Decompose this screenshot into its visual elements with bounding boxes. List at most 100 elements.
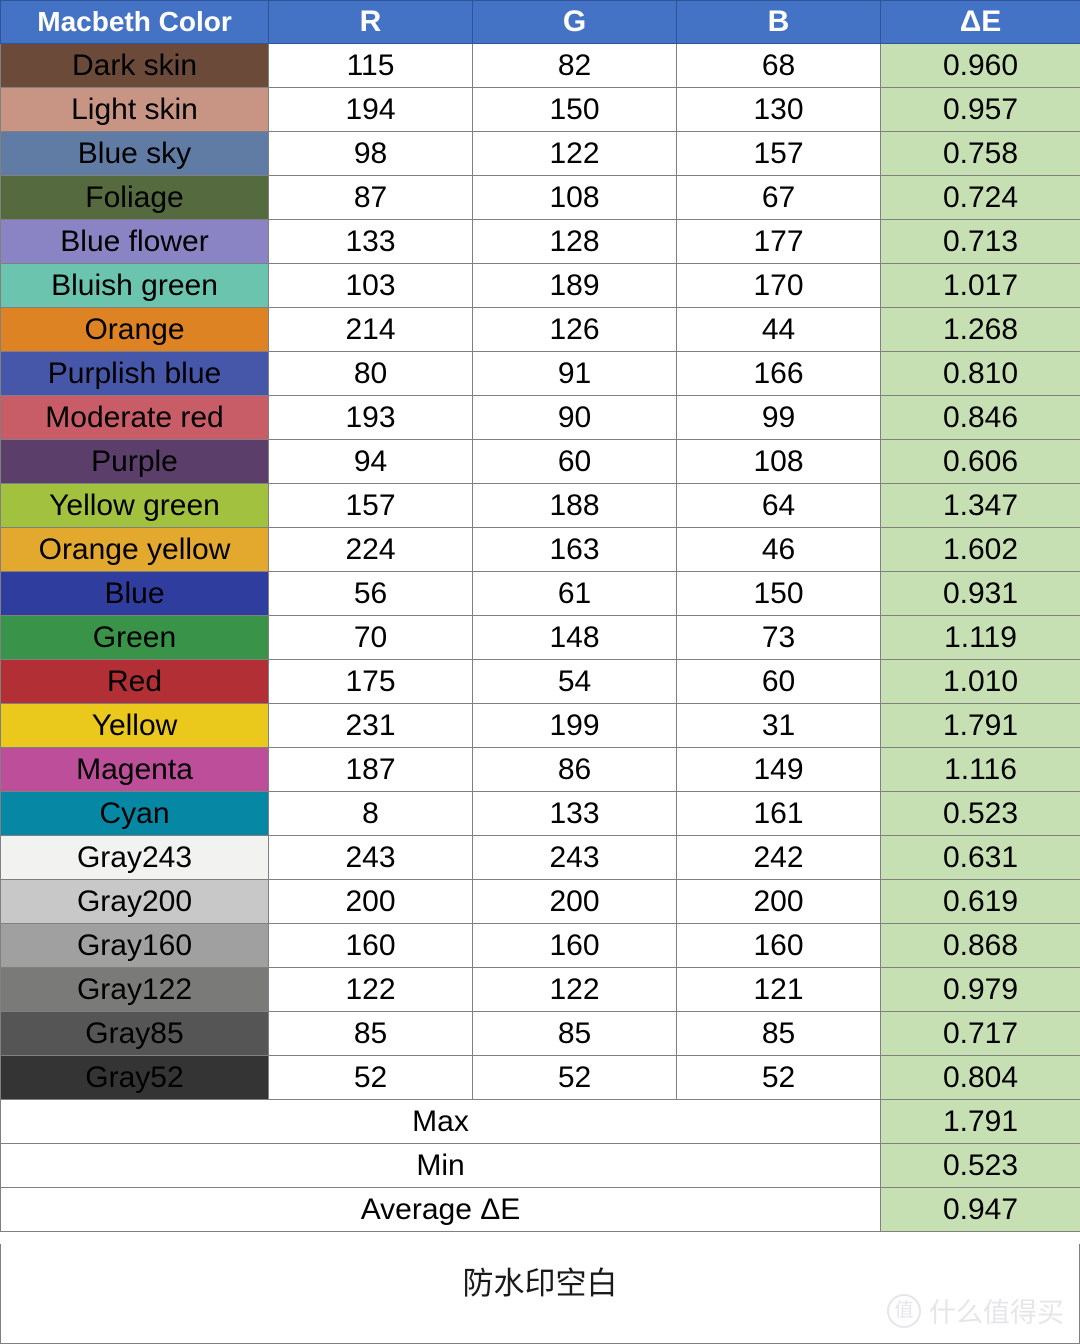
cell-b: 68 — [676, 43, 881, 88]
cell-b: 170 — [676, 263, 881, 308]
cell-g: 122 — [472, 131, 677, 176]
cell-r: 160 — [268, 923, 473, 968]
summary-value: 1.791 — [880, 1099, 1080, 1144]
color-swatch-cell: Green — [0, 615, 269, 660]
cell-delta-e: 1.268 — [880, 307, 1080, 352]
cell-b: 161 — [676, 791, 881, 836]
cell-g: 189 — [472, 263, 677, 308]
cell-g: 188 — [472, 483, 677, 528]
cell-delta-e: 1.602 — [880, 527, 1080, 572]
cell-delta-e: 0.631 — [880, 835, 1080, 880]
table-row: Gray85 85 85 85 0.717 — [0, 1011, 1080, 1056]
cell-r: 122 — [268, 967, 473, 1012]
cell-g: 108 — [472, 175, 677, 220]
color-swatch-cell: Foliage — [0, 175, 269, 220]
table-row: Bluish green 103 189 170 1.017 — [0, 263, 1080, 308]
cell-delta-e: 0.713 — [880, 219, 1080, 264]
cell-b: 99 — [676, 395, 881, 440]
color-swatch-cell: Dark skin — [0, 43, 269, 88]
cell-r: 87 — [268, 175, 473, 220]
cell-r: 214 — [268, 307, 473, 352]
table-row: Orange 214 126 44 1.268 — [0, 307, 1080, 352]
cell-r: 157 — [268, 483, 473, 528]
cell-r: 103 — [268, 263, 473, 308]
table-row: Yellow 231 199 31 1.791 — [0, 703, 1080, 748]
color-swatch-cell: Purple — [0, 439, 269, 484]
table-row: Gray122 122 122 121 0.979 — [0, 967, 1080, 1012]
cell-g: 126 — [472, 307, 677, 352]
cell-delta-e: 0.868 — [880, 923, 1080, 968]
cell-b: 108 — [676, 439, 881, 484]
table-row: Magenta 187 86 149 1.116 — [0, 747, 1080, 792]
table-row: Green 70 148 73 1.119 — [0, 615, 1080, 660]
summary-row: Min 0.523 — [0, 1143, 1080, 1188]
cell-g: 52 — [472, 1055, 677, 1100]
cell-b: 60 — [676, 659, 881, 704]
table-row: Foliage 87 108 67 0.724 — [0, 175, 1080, 220]
cell-b: 52 — [676, 1055, 881, 1100]
cell-r: 52 — [268, 1055, 473, 1100]
macbeth-color-accuracy-sheet: Macbeth Color R G B ΔE Dark skin 115 82 68 0… — [0, 0, 1080, 1344]
cell-g: 54 — [472, 659, 677, 704]
cell-r: 193 — [268, 395, 473, 440]
cell-r: 80 — [268, 351, 473, 396]
color-swatch-cell: Yellow — [0, 703, 269, 748]
cell-b: 121 — [676, 967, 881, 1012]
table-row: Dark skin 115 82 68 0.960 — [0, 43, 1080, 88]
table-row: Gray243 243 243 242 0.631 — [0, 835, 1080, 880]
cell-g: 122 — [472, 967, 677, 1012]
cell-r: 70 — [268, 615, 473, 660]
cell-g: 90 — [472, 395, 677, 440]
cell-r: 94 — [268, 439, 473, 484]
table-row: Purple 94 60 108 0.606 — [0, 439, 1080, 484]
macbeth-color-table: Macbeth Color R G B ΔE Dark skin 115 82 68 0… — [0, 0, 1080, 1232]
cell-r: 133 — [268, 219, 473, 264]
watermark-text: 什么值得买 — [929, 1298, 1064, 1329]
table-summary: Max 1.791 Min 0.523 Average ΔE 0.947 — [0, 1099, 1080, 1232]
cell-delta-e: 1.347 — [880, 483, 1080, 528]
cell-b: 73 — [676, 615, 881, 660]
color-swatch-cell: Gray122 — [0, 967, 269, 1012]
table-row: Red 175 54 60 1.010 — [0, 659, 1080, 704]
table-row: Orange yellow 224 163 46 1.602 — [0, 527, 1080, 572]
cell-r: 187 — [268, 747, 473, 792]
cell-delta-e: 1.791 — [880, 703, 1080, 748]
cell-r: 175 — [268, 659, 473, 704]
color-swatch-cell: Gray52 — [0, 1055, 269, 1100]
table-row: Blue sky 98 122 157 0.758 — [0, 131, 1080, 176]
cell-delta-e: 0.758 — [880, 131, 1080, 176]
color-swatch-cell: Gray160 — [0, 923, 269, 968]
cell-g: 85 — [472, 1011, 677, 1056]
cell-b: 64 — [676, 483, 881, 528]
cell-r: 224 — [268, 527, 473, 572]
color-swatch-cell: Blue flower — [0, 219, 269, 264]
table-row: Moderate red 193 90 99 0.846 — [0, 395, 1080, 440]
column-header-r: R — [268, 0, 473, 44]
cell-g: 86 — [472, 747, 677, 792]
cell-delta-e: 0.619 — [880, 879, 1080, 924]
color-swatch-cell: Yellow green — [0, 483, 269, 528]
cell-b: 130 — [676, 87, 881, 132]
cell-delta-e: 0.523 — [880, 791, 1080, 836]
color-swatch-cell: Red — [0, 659, 269, 704]
cell-b: 166 — [676, 351, 881, 396]
column-header-delta-e: ΔE — [880, 0, 1080, 44]
cell-r: 243 — [268, 835, 473, 880]
cell-b: 149 — [676, 747, 881, 792]
cell-r: 98 — [268, 131, 473, 176]
cell-r: 8 — [268, 791, 473, 836]
color-swatch-cell: Bluish green — [0, 263, 269, 308]
cell-delta-e: 0.606 — [880, 439, 1080, 484]
color-swatch-cell: Blue sky — [0, 131, 269, 176]
cell-g: 148 — [472, 615, 677, 660]
cell-b: 242 — [676, 835, 881, 880]
cell-r: 115 — [268, 43, 473, 88]
table-row: Blue 56 61 150 0.931 — [0, 571, 1080, 616]
cell-b: 44 — [676, 307, 881, 352]
cell-g: 163 — [472, 527, 677, 572]
color-swatch-cell: Light skin — [0, 87, 269, 132]
column-header-g: G — [472, 0, 677, 44]
cell-b: 177 — [676, 219, 881, 264]
cell-delta-e: 0.960 — [880, 43, 1080, 88]
cell-b: 67 — [676, 175, 881, 220]
